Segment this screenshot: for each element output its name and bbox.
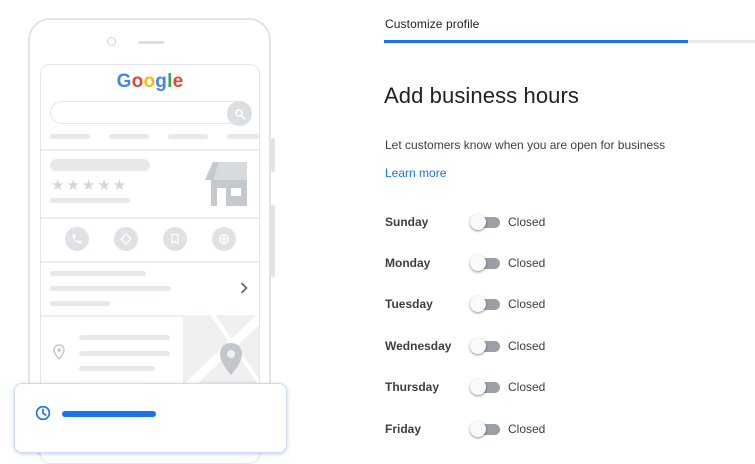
open-toggle-tuesday[interactable] bbox=[470, 296, 500, 312]
day-label: Wednesday bbox=[385, 339, 452, 353]
hours-preview-card bbox=[14, 383, 287, 453]
hours-row-wednesday: Wednesday Closed bbox=[385, 336, 545, 356]
search-icon bbox=[227, 101, 252, 126]
search-bar-placeholder bbox=[50, 101, 251, 124]
tab-placeholder bbox=[168, 134, 208, 139]
text-placeholder bbox=[50, 286, 171, 291]
text-placeholder bbox=[50, 271, 146, 276]
phone-side-button bbox=[271, 205, 275, 277]
hours-row-friday: Friday Closed bbox=[385, 419, 545, 439]
location-pin-icon bbox=[53, 344, 65, 365]
status-label: Closed bbox=[508, 297, 546, 311]
business-name-placeholder bbox=[50, 159, 150, 171]
save-icon bbox=[163, 227, 187, 251]
open-toggle-monday[interactable] bbox=[470, 255, 500, 271]
tab-placeholder bbox=[227, 134, 259, 139]
learn-more-link[interactable]: Learn more bbox=[385, 166, 446, 180]
progress-bar-fill bbox=[384, 40, 689, 43]
open-toggle-thursday[interactable] bbox=[470, 379, 500, 395]
divider bbox=[41, 149, 259, 151]
text-placeholder bbox=[79, 335, 170, 340]
page-description: Let customers know when you are open for… bbox=[385, 138, 666, 152]
day-label: Friday bbox=[385, 422, 422, 436]
hours-row-sunday: Sunday Closed bbox=[385, 212, 545, 232]
status-label: Closed bbox=[508, 215, 546, 229]
day-label: Tuesday bbox=[385, 297, 433, 311]
day-label: Thursday bbox=[385, 380, 440, 394]
progress-bar bbox=[384, 40, 755, 43]
divider bbox=[41, 217, 259, 219]
hours-row-thursday: Thursday Closed bbox=[385, 377, 545, 397]
text-placeholder bbox=[79, 366, 155, 371]
page-title: Add business hours bbox=[384, 83, 580, 108]
text-placeholder bbox=[79, 351, 170, 356]
step-label: Customize profile bbox=[385, 17, 480, 31]
website-icon bbox=[212, 227, 236, 251]
google-logo: Google bbox=[116, 71, 184, 92]
chevron-right-icon bbox=[240, 281, 248, 299]
status-label: Closed bbox=[508, 339, 546, 353]
day-label: Monday bbox=[385, 256, 431, 270]
phone-side-button bbox=[271, 138, 275, 172]
hours-row-tuesday: Tuesday Closed bbox=[385, 294, 545, 314]
status-label: Closed bbox=[508, 380, 546, 394]
status-label: Closed bbox=[508, 256, 546, 270]
day-label: Sunday bbox=[385, 215, 429, 229]
hours-text-placeholder bbox=[62, 411, 156, 417]
hours-row-monday: Monday Closed bbox=[385, 253, 545, 273]
open-toggle-friday[interactable] bbox=[470, 421, 500, 437]
clock-icon bbox=[35, 405, 51, 426]
tab-placeholder bbox=[50, 134, 90, 139]
phone-icon bbox=[65, 227, 89, 251]
directions-icon bbox=[114, 227, 138, 251]
rating-stars: ★★★★★ bbox=[51, 177, 129, 194]
open-toggle-wednesday[interactable] bbox=[470, 338, 500, 354]
text-placeholder bbox=[50, 301, 110, 306]
phone-speaker bbox=[138, 41, 164, 44]
divider bbox=[41, 261, 259, 263]
status-label: Closed bbox=[508, 422, 546, 436]
open-toggle-sunday[interactable] bbox=[470, 214, 500, 230]
storefront-icon bbox=[201, 160, 251, 213]
phone-camera bbox=[107, 37, 116, 46]
tab-placeholder bbox=[109, 134, 149, 139]
text-placeholder bbox=[50, 198, 130, 203]
